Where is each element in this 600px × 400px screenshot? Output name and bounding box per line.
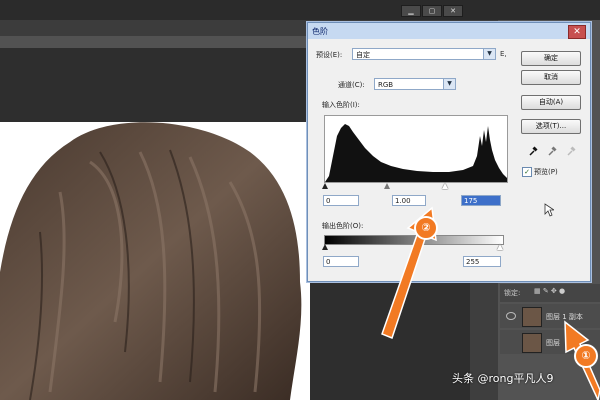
preset-select[interactable]: 自定 ▼	[352, 48, 496, 60]
lock-label: 锁定:	[504, 289, 521, 297]
hair-image	[0, 122, 302, 400]
cancel-button[interactable]: 取消	[521, 70, 581, 85]
preset-label: 预设(E):	[316, 51, 343, 59]
preview-checkbox[interactable]: ✓	[522, 167, 532, 177]
histogram-graph	[325, 124, 507, 182]
black-eyedropper-icon[interactable]	[528, 145, 538, 157]
auto-button[interactable]: 自动(A)	[521, 95, 581, 110]
dialog-close-button[interactable]: ✕	[568, 25, 586, 39]
preset-menu-icon[interactable]: E,	[500, 50, 507, 58]
gray-eyedropper-icon[interactable]	[547, 145, 557, 157]
levels-dialog: 色阶 ✕ 预设(E): 自定 ▼ E, 通道(C): RGB ▼ 输入色阶(I)…	[307, 22, 591, 282]
mouse-cursor-icon	[544, 203, 554, 217]
dialog-titlebar[interactable]: 色阶 ✕	[308, 23, 590, 39]
output-levels-label: 输出色阶(O):	[322, 222, 364, 230]
shadow-input-slider[interactable]	[322, 183, 328, 189]
ok-button[interactable]: 确定	[521, 51, 581, 66]
input-levels-label: 输入色阶(I):	[322, 101, 360, 109]
input-shadow-field[interactable]: 0	[323, 195, 359, 206]
watermark: 头条 @rong平凡人9	[452, 372, 554, 385]
options-button[interactable]: 选项(T)...	[521, 119, 581, 134]
step-marker-1: ①	[574, 344, 598, 368]
histogram	[324, 115, 508, 183]
lock-icons[interactable]: ▦ ✎ ✥ ●	[534, 287, 565, 295]
chevron-down-icon: ▼	[483, 49, 495, 59]
ps-titlebar: ▁ ▢ ✕	[0, 0, 600, 20]
layer-name: 图层 1 副本	[546, 313, 583, 321]
minimize-button[interactable]: ▁	[401, 5, 421, 17]
hair-photo[interactable]	[0, 122, 310, 400]
step-marker-2: ②	[414, 216, 438, 240]
gamma-input-slider[interactable]	[384, 183, 390, 189]
output-shadow-field[interactable]: 0	[323, 256, 359, 267]
output-gradient-bar	[324, 235, 504, 245]
close-window-button[interactable]: ✕	[443, 5, 463, 17]
restore-button[interactable]: ▢	[422, 5, 442, 17]
highlight-output-slider[interactable]	[497, 244, 503, 250]
layers-lock-toolbar: 锁定: ▦ ✎ ✥ ●	[500, 284, 600, 302]
layer-thumbnail	[522, 307, 542, 327]
eye-icon[interactable]	[506, 312, 516, 320]
layer-name: 图层	[546, 339, 560, 347]
dialog-title: 色阶	[312, 27, 328, 36]
channel-label: 通道(C):	[338, 81, 365, 89]
layer-thumbnail	[522, 333, 542, 353]
channel-value: RGB	[378, 81, 394, 89]
preview-label: 预览(P)	[534, 168, 558, 176]
chevron-down-icon: ▼	[443, 79, 455, 89]
input-gamma-field[interactable]: 1.00	[392, 195, 426, 206]
output-highlight-field[interactable]: 255	[463, 256, 501, 267]
layer-row[interactable]: 图层 1 副本	[500, 304, 600, 328]
input-highlight-field[interactable]: 175	[461, 195, 501, 206]
preset-value: 自定	[356, 51, 370, 59]
white-eyedropper-icon[interactable]	[566, 145, 576, 157]
highlight-input-slider[interactable]	[442, 183, 448, 189]
channel-select[interactable]: RGB ▼	[374, 78, 456, 90]
shadow-output-slider[interactable]	[322, 244, 328, 250]
